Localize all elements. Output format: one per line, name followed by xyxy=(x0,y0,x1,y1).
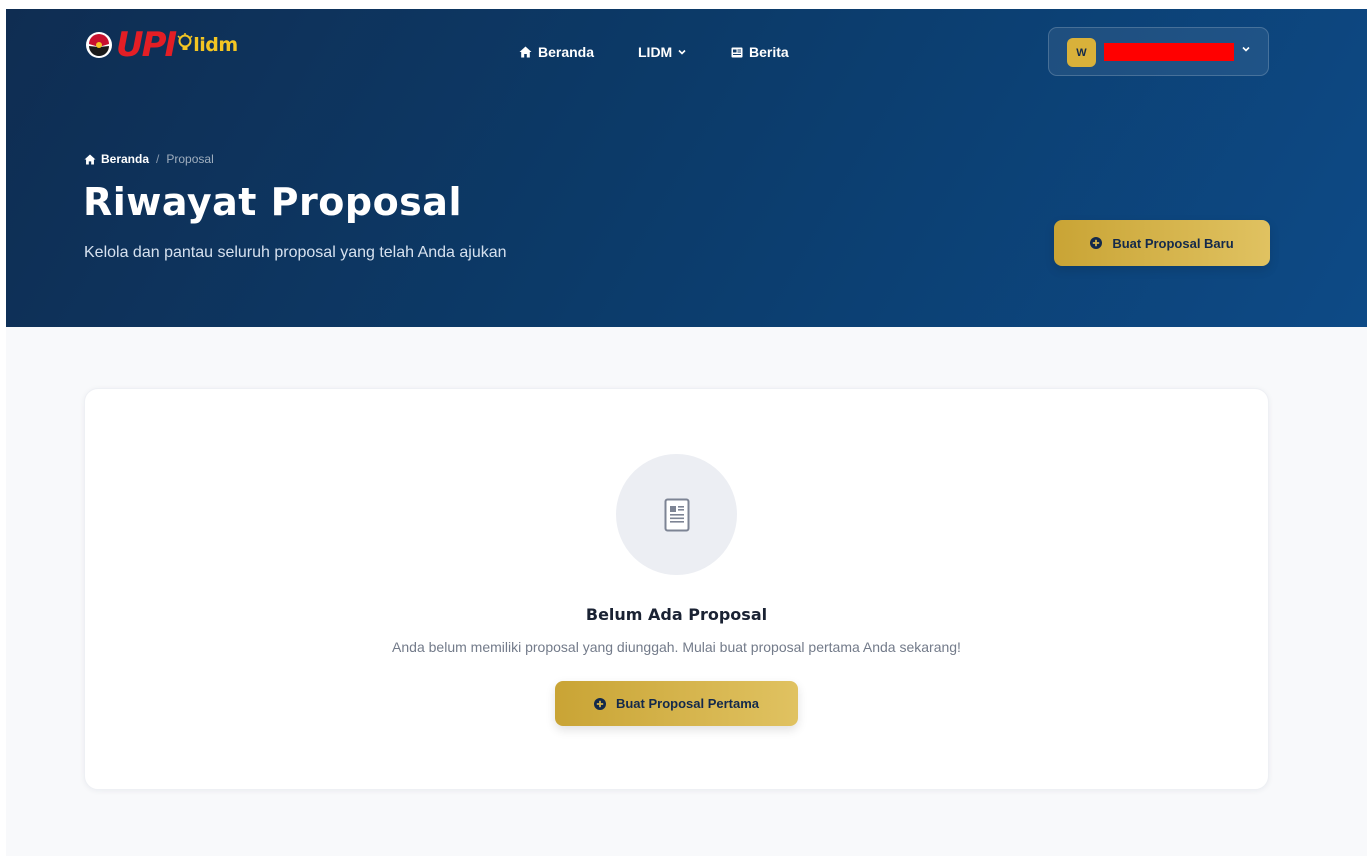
nav-label-lidm: LIDM xyxy=(638,44,673,60)
empty-state-icon-circle xyxy=(616,454,737,575)
breadcrumb-current: Proposal xyxy=(166,152,214,166)
plus-circle-icon xyxy=(1090,237,1103,249)
new-proposal-button-label: Buat Proposal Baru xyxy=(1112,235,1234,251)
lidm-text: lidm xyxy=(193,34,238,56)
chevron-down-icon xyxy=(1242,46,1250,52)
empty-state-title: Belum Ada Proposal xyxy=(585,605,768,624)
page-subtitle: Kelola dan pantau seluruh proposal yang … xyxy=(84,244,507,261)
create-first-proposal-button[interactable]: Buat Proposal Pertama xyxy=(555,681,798,726)
nav-item-berita[interactable]: Berita xyxy=(731,44,789,60)
new-proposal-button[interactable]: Buat Proposal Baru xyxy=(1054,220,1270,266)
home-icon xyxy=(519,46,532,58)
empty-state-card: Belum Ada Proposal Anda belum memiliki p… xyxy=(84,388,1269,790)
upi-emblem-icon xyxy=(84,30,114,60)
home-icon xyxy=(84,153,96,165)
nav-label-beranda: Beranda xyxy=(538,44,595,60)
create-first-proposal-button-label: Buat Proposal Pertama xyxy=(615,696,760,711)
newspaper-icon xyxy=(731,47,743,57)
hero-header: UPI lidm Beranda LIDM Berita W Beranda /… xyxy=(6,9,1367,327)
site-logo[interactable]: UPI lidm xyxy=(84,28,238,62)
breadcrumb-home[interactable]: Beranda xyxy=(84,152,149,166)
page-title: Riwayat Proposal xyxy=(83,180,462,224)
breadcrumb-home-label: Beranda xyxy=(101,152,150,166)
empty-state-description: Anda belum memiliki proposal yang diungg… xyxy=(392,639,961,655)
nav-label-berita: Berita xyxy=(749,44,789,60)
lidm-logo: lidm xyxy=(177,32,238,58)
nav-item-lidm[interactable]: LIDM xyxy=(638,44,686,60)
plus-circle-icon xyxy=(593,697,606,710)
bulb-icon xyxy=(177,32,193,58)
nav-item-beranda[interactable]: Beranda xyxy=(519,44,594,60)
redacted-user-name xyxy=(1104,43,1234,61)
document-icon xyxy=(664,498,689,531)
user-menu-button[interactable]: W xyxy=(1048,27,1269,76)
chevron-down-icon xyxy=(678,49,686,55)
avatar: W xyxy=(1067,38,1096,67)
breadcrumb-separator: / xyxy=(156,152,160,166)
page: UPI lidm Beranda LIDM Berita W Beranda /… xyxy=(6,9,1367,856)
breadcrumb: Beranda / Proposal xyxy=(84,152,214,166)
logo-text: UPI xyxy=(116,25,177,65)
